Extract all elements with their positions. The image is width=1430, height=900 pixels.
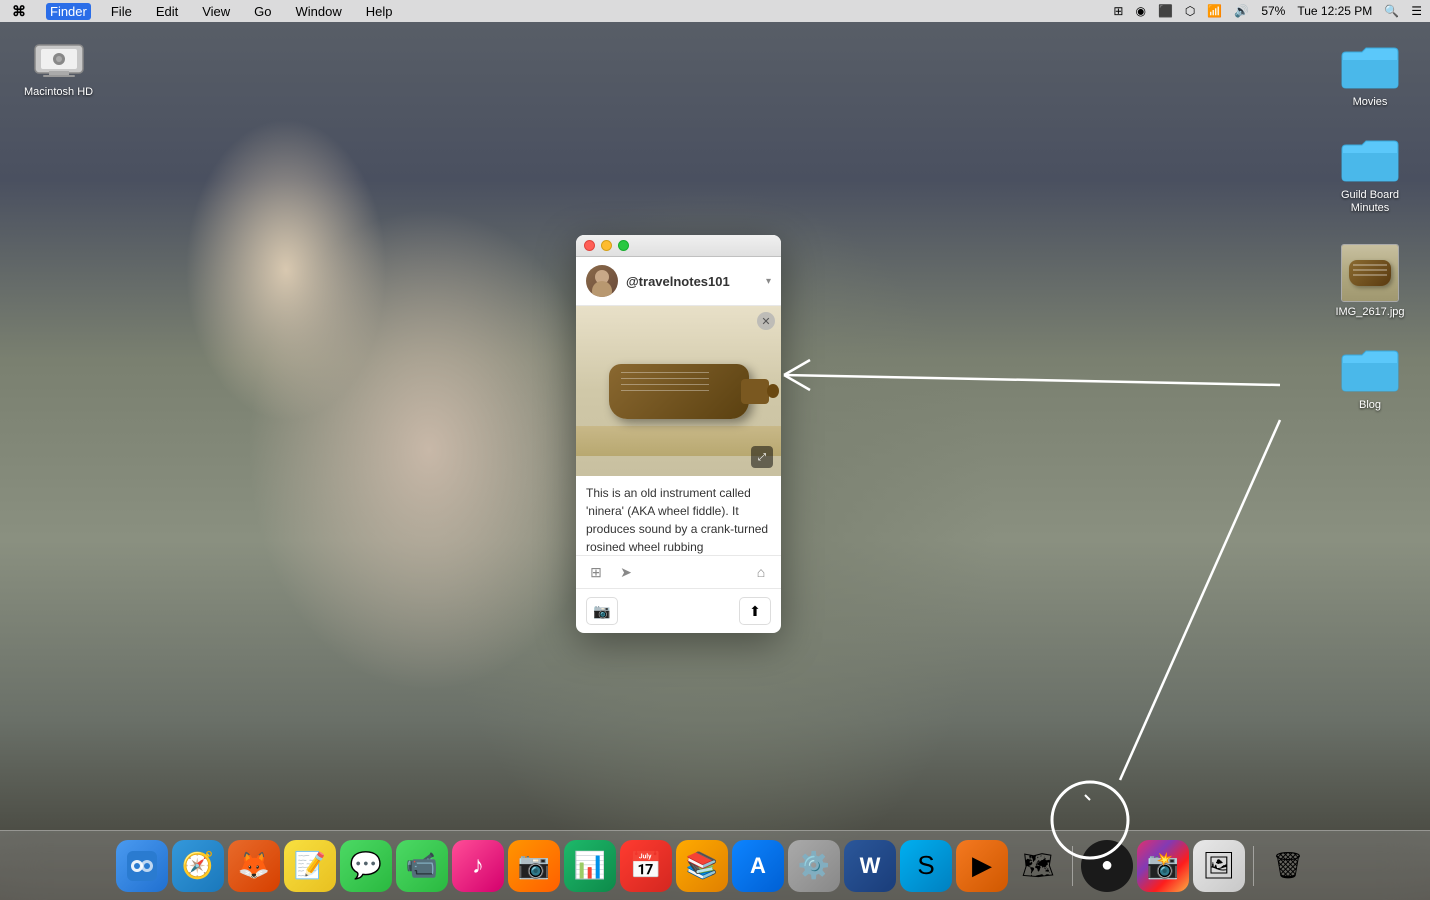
menubar-search-icon[interactable]: 🔍 (1384, 4, 1399, 18)
img-2617-label: IMG_2617.jpg (1335, 306, 1404, 319)
upload-button[interactable]: ⬆ (739, 597, 771, 625)
menubar-help[interactable]: Help (362, 3, 397, 20)
desktop-icon-macintosh-hd[interactable]: Macintosh HD (20, 30, 97, 103)
grid-action-icon[interactable]: ⊞ (586, 562, 606, 582)
dock-item-photos[interactable]: 📷 (508, 840, 560, 892)
dock-item-vlc[interactable]: ▶ (956, 840, 1008, 892)
menubar-right: ⊞ ◉ ⬛ ⬡ 📶 🔊 57% Tue 12:25 PM 🔍 ☰ (1113, 4, 1422, 18)
menubar-list-icon[interactable]: ☰ (1411, 4, 1422, 18)
tweet-bottom-bar: 📷 ⬆ (576, 589, 781, 633)
movies-label: Movies (1353, 96, 1388, 109)
desktop-icon-blog[interactable]: Blog (1336, 343, 1404, 416)
menubar-file[interactable]: File (107, 3, 136, 20)
hd-icon-image (29, 34, 89, 82)
blog-label: Blog (1359, 399, 1381, 412)
desktop-icon-guild-board-minutes[interactable]: Guild Board Minutes (1326, 133, 1414, 219)
menubar-clock: Tue 12:25 PM (1297, 4, 1372, 18)
dock-item-facetime[interactable]: 📹 (396, 840, 448, 892)
desktop-icon-img-2617[interactable]: IMG_2617.jpg (1331, 240, 1408, 323)
menubar: ⌘ Finder File Edit View Go Window Help ⊞… (0, 0, 1430, 22)
dock: 🧭 🦊 📝 💬 📹 ♪ 📷 📊 📅 📚 A ⚙️ W S ▶ 🗺 ● 📸 🖼 🗑 (0, 830, 1430, 900)
dock-item-ibooks[interactable]: 📚 (676, 840, 728, 892)
menubar-volume-icon[interactable]: 🔊 (1234, 4, 1249, 18)
close-button[interactable] (584, 240, 595, 251)
menubar-left: ⌘ Finder File Edit View Go Window Help (8, 2, 397, 21)
dock-separator (1072, 846, 1073, 886)
macintosh-hd-label: Macintosh HD (24, 86, 93, 99)
image-expand-button[interactable]: ⤢ (751, 446, 773, 468)
menubar-airplay-icon[interactable]: ⬛ (1158, 4, 1173, 18)
dock-item-appstore[interactable]: A (732, 840, 784, 892)
share-action-icon[interactable]: ➤ (616, 562, 636, 582)
menubar-view[interactable]: View (198, 3, 234, 20)
blog-folder-icon (1340, 347, 1400, 395)
apple-menu[interactable]: ⌘ (8, 2, 30, 21)
desktop-icons-container: Movies Guild Board Minutes IMG_2617.jpg (1310, 30, 1430, 426)
dock-item-instagram[interactable]: 📸 (1137, 840, 1189, 892)
dock-item-trash[interactable]: 🗑 (1262, 840, 1314, 892)
dock-separator-2 (1253, 846, 1254, 886)
guild-board-minutes-label: Guild Board Minutes (1330, 189, 1410, 215)
tweet-image-container: ✕ ⤢ (576, 306, 781, 476)
dock-item-numbers[interactable]: 📊 (564, 840, 616, 892)
dock-item-circle[interactable]: ● (1081, 840, 1133, 892)
menubar-go[interactable]: Go (250, 3, 275, 20)
tweet-header: @travelnotes101 ▾ (576, 257, 781, 306)
img-file-thumbnail (1341, 244, 1399, 302)
dock-item-finder[interactable] (116, 840, 168, 892)
tweet-actions-row: ⊞ ➤ ⌂ (576, 556, 781, 589)
movies-folder-icon (1340, 44, 1400, 92)
camera-button[interactable]: 📷 (586, 597, 618, 625)
window-titlebar (576, 235, 781, 257)
dock-item-preferences[interactable]: ⚙️ (788, 840, 840, 892)
dock-item-notes[interactable]: 📝 (284, 840, 336, 892)
dock-item-word[interactable]: W (844, 840, 896, 892)
menubar-location-icon[interactable]: ◉ (1135, 4, 1145, 18)
home-action-icon[interactable]: ⌂ (751, 562, 771, 582)
tweet-text-content: This is an old instrument called 'ninera… (576, 476, 781, 556)
menubar-window[interactable]: Window (292, 3, 346, 20)
menubar-app-name[interactable]: Finder (46, 3, 91, 20)
user-avatar (586, 265, 618, 297)
menubar-edit[interactable]: Edit (152, 3, 182, 20)
dock-item-safari[interactable]: 🧭 (172, 840, 224, 892)
dock-item-skype[interactable]: S (900, 840, 952, 892)
dock-item-maps[interactable]: 🗺 (1012, 840, 1064, 892)
guild-folder-icon (1340, 137, 1400, 185)
dock-item-itunes[interactable]: ♪ (452, 840, 504, 892)
popup-window: @travelnotes101 ▾ (576, 235, 781, 633)
dock-item-calendar[interactable]: 📅 (620, 840, 672, 892)
menubar-wifi-icon[interactable]: 📶 (1207, 4, 1222, 18)
dock-item-preview[interactable]: 🖼 (1193, 840, 1245, 892)
menubar-battery: 57% (1261, 4, 1285, 18)
image-close-button[interactable]: ✕ (757, 312, 775, 330)
desktop-icon-movies[interactable]: Movies (1336, 40, 1404, 113)
username-label: @travelnotes101 (626, 274, 758, 289)
minimize-button[interactable] (601, 240, 612, 251)
menubar-bluetooth-icon[interactable]: ⬡ (1185, 4, 1195, 18)
dock-item-firefox[interactable]: 🦊 (228, 840, 280, 892)
maximize-button[interactable] (618, 240, 629, 251)
dock-item-messages[interactable]: 💬 (340, 840, 392, 892)
dropdown-arrow-icon[interactable]: ▾ (766, 276, 771, 287)
menubar-grid-icon[interactable]: ⊞ (1113, 4, 1123, 18)
